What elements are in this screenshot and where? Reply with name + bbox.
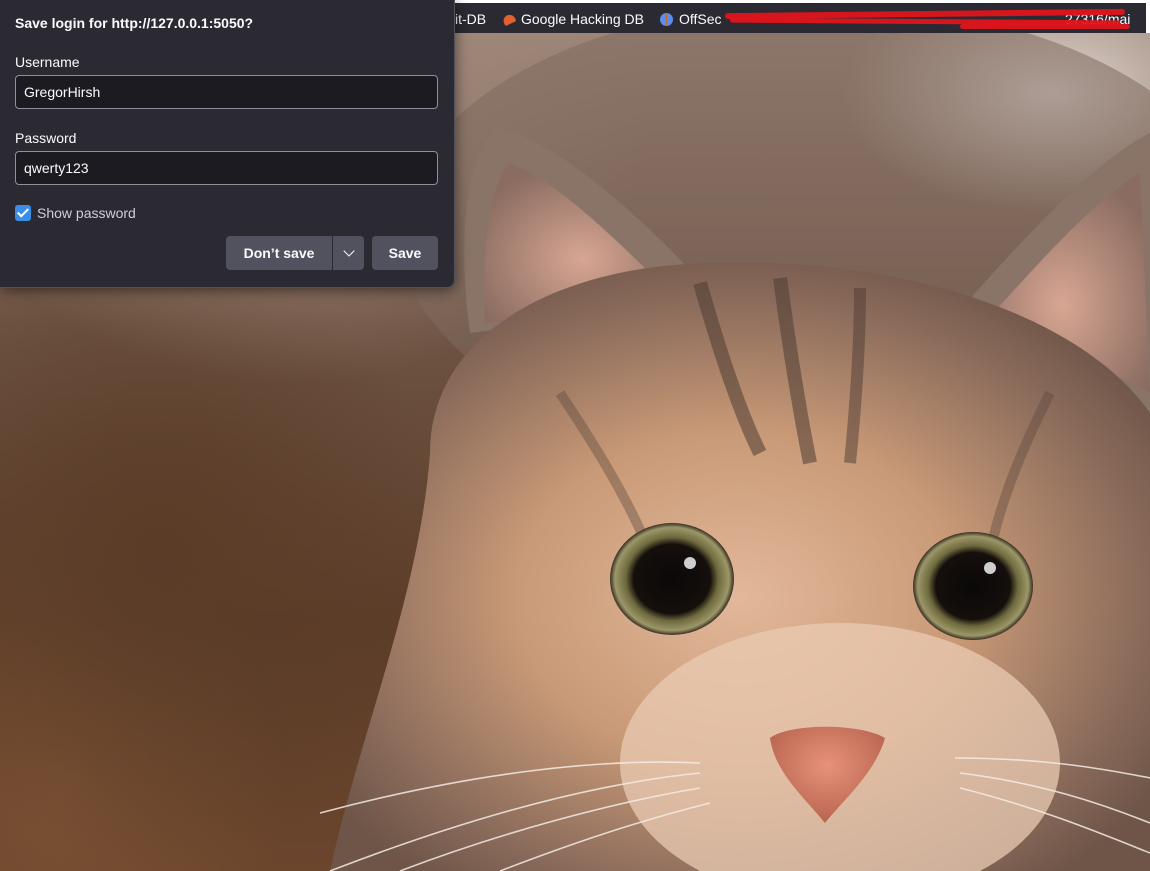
cat-left-eye (610, 523, 734, 635)
browser-viewport: it-DB Google Hacking DB OffSec 27316/mai (0, 0, 1150, 871)
save-button[interactable]: Save (372, 236, 438, 270)
username-field[interactable] (15, 75, 438, 109)
cat-eye-highlight (984, 562, 996, 574)
password-field[interactable] (15, 151, 438, 185)
password-label: Password (15, 130, 77, 146)
show-password-checkbox[interactable] (15, 205, 31, 221)
bookmark-google-hacking-db[interactable]: Google Hacking DB (501, 10, 644, 28)
redaction-mark (960, 24, 1130, 29)
chevron-down-icon (342, 245, 355, 257)
popup-title: Save login for http://127.0.0.1:5050? (15, 15, 254, 31)
bookmark-exploit-db[interactable]: it-DB (455, 10, 486, 28)
dont-save-button[interactable]: Don’t save (226, 236, 332, 270)
offsec-icon (660, 12, 673, 26)
bookmark-label: Google Hacking DB (521, 11, 644, 27)
cat-eye-highlight (684, 557, 696, 569)
show-password-row[interactable]: Show password (15, 204, 136, 222)
save-label: Save (388, 245, 422, 261)
dont-save-menu-button[interactable] (333, 236, 364, 270)
ghdb-icon (501, 12, 517, 26)
bookmark-offsec[interactable]: OffSec (660, 10, 722, 28)
username-label: Username (15, 54, 80, 70)
show-password-label[interactable]: Show password (37, 204, 136, 222)
bookmark-label: OffSec (679, 11, 722, 27)
cat-right-eye (913, 532, 1033, 640)
dont-save-label: Don’t save (243, 245, 315, 261)
save-login-popup: Save login for http://127.0.0.1:5050? Us… (0, 0, 455, 288)
bookmark-label: it-DB (455, 11, 487, 27)
